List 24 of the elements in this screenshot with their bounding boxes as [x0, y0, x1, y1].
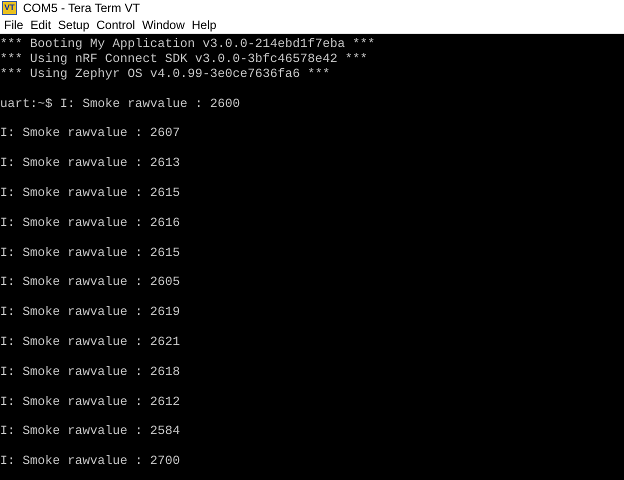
terminal-line: I: Smoke rawvalue : 2607	[0, 126, 180, 140]
terminal-line: I: Smoke rawvalue : 2584	[0, 424, 180, 438]
terminal-line: *** Using Zephyr OS v4.0.99-3e0ce7636fa6 ***	[0, 66, 330, 81]
terminal-line: I: Smoke rawvalue : 2616	[0, 216, 180, 230]
terminal-line: *** Using nRF Connect SDK v3.0.0-3bfc46578e42 ***	[0, 52, 368, 66]
menu-item[interactable]: Edit	[28, 18, 56, 32]
menu-item[interactable]: File	[2, 18, 28, 32]
terminal-line: I: Smoke rawvalue : 2615	[0, 246, 180, 260]
app-logo-icon: VT	[2, 1, 17, 15]
menu-item[interactable]: Window	[140, 18, 190, 32]
terminal-line: I: Smoke rawvalue : 2613	[0, 156, 180, 170]
terminal-line: uart:~$ I: Smoke rawvalue : 2600	[0, 96, 240, 111]
terminal-line: I: Smoke rawvalue : 2619	[0, 305, 180, 320]
menu-item[interactable]: Control	[94, 18, 140, 32]
terminal-line: I: Smoke rawvalue : 2615	[0, 186, 180, 200]
terminal-line: I: Smoke rawvalue : 2612	[0, 394, 180, 409]
terminal-line: I: Smoke rawvalue : 2621	[0, 334, 180, 349]
menu-item[interactable]: Setup	[56, 18, 94, 32]
terminal-line: I: Smoke rawvalue : 2605	[0, 275, 180, 290]
menu-item[interactable]: Help	[190, 18, 222, 32]
terminal-line: I: Smoke rawvalue : 2700	[0, 454, 180, 468]
window-title: COM5 - Tera Term VT	[23, 1, 140, 15]
terminal-line: I: Smoke rawvalue : 2618	[0, 364, 180, 379]
terminal-line: *** Booting My Application v3.0.0-214ebd1f7eba ***	[0, 37, 376, 51]
